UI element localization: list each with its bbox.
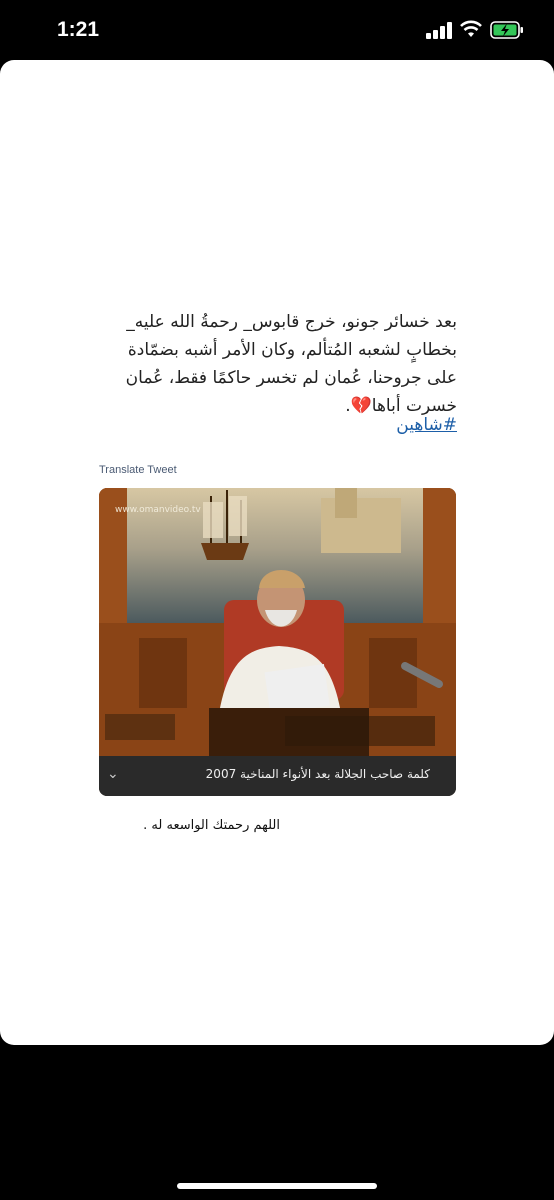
post-caption: اللهم رحمتك الواسعه له . <box>143 818 280 833</box>
bottom-area <box>0 1045 554 1200</box>
battery-charging-icon <box>490 21 523 39</box>
hashtag-link[interactable]: #شاهين <box>396 415 457 435</box>
tweet-line: بعد خسائر جونو، خرج قابوس_ رحمةُ الله عل… <box>126 312 457 332</box>
wifi-icon <box>460 20 482 37</box>
video-frame-image: www.omanvideo.tv <box>99 488 456 756</box>
status-bar: 1:21 <box>0 0 554 60</box>
content-card: بعد خسائر جونو، خرج قابوس_ رحمةُ الله عل… <box>0 60 554 1045</box>
cellular-signal-icon <box>426 22 452 39</box>
tweet-body: بعد خسائر جونو، خرج قابوس_ رحمةُ الله عل… <box>87 308 457 420</box>
chevron-down-icon[interactable]: ⌄ <box>107 766 119 782</box>
video-caption-bar: ⌄ كلمة صاحب الجلالة بعد الأنواء المناخية… <box>99 756 456 796</box>
status-time: 1:21 <box>57 18 100 41</box>
video-caption: كلمة صاحب الجلالة بعد الأنواء المناخية 2… <box>205 767 430 781</box>
home-indicator[interactable] <box>177 1183 377 1189</box>
video-thumbnail[interactable]: www.omanvideo.tv ⌄ كلمة صاحب الجلالة بعد… <box>99 488 456 796</box>
translate-tweet-link[interactable]: Translate Tweet <box>99 464 177 476</box>
tweet-line: على جروحنا، عُمان لم تخسر حاكمًا فقط، عُ… <box>125 368 457 388</box>
video-watermark: www.omanvideo.tv <box>115 505 201 515</box>
tweet-line: بخطابٍ لشعبه المُتألم، وكان الأمر أشبه ب… <box>127 340 457 360</box>
